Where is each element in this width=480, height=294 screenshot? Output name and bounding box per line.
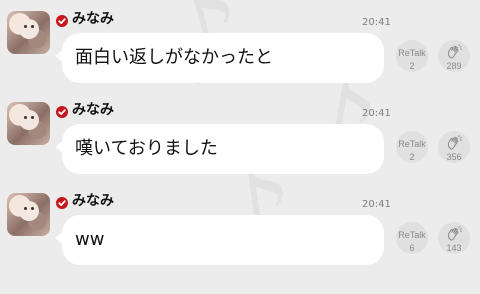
message-post: みなみ 20:41 面白い返しがなかったと ReTalk 2 289 (0, 0, 480, 90)
clap-count: 143 (446, 243, 462, 253)
avatar[interactable] (7, 102, 50, 145)
timestamp: 20:41 (362, 17, 391, 28)
bubble-tail (55, 49, 64, 63)
avatar-eye (24, 207, 27, 210)
retalk-label: ReTalk (398, 139, 426, 149)
avatar-eye (24, 25, 27, 28)
retalk-button[interactable]: ReTalk 2 (396, 40, 428, 72)
timestamp: 20:41 (362, 199, 391, 210)
retalk-count: 6 (409, 243, 415, 253)
clap-hands-icon (447, 135, 462, 150)
avatar-face (19, 110, 39, 130)
message-text: 嘆いておりました (75, 138, 218, 159)
avatar-eye (31, 25, 34, 28)
bubble-tail (55, 231, 64, 245)
clap-hands-icon (447, 44, 462, 59)
message-post: みなみ 20:41 嘆いておりました ReTalk 2 356 (0, 91, 480, 181)
message-text: 面白い返しがなかったと (75, 47, 273, 68)
message-bubble[interactable]: ww (55, 215, 384, 265)
username[interactable]: みなみ (72, 101, 114, 119)
message-post: みなみ 20:41 ww ReTalk 6 143 (0, 182, 480, 272)
retalk-label: ReTalk (398, 230, 426, 240)
retalk-count: 2 (409, 61, 415, 71)
bubble-tail (55, 140, 64, 154)
avatar-face (19, 19, 39, 39)
avatar[interactable] (7, 11, 50, 54)
retalk-count: 2 (409, 152, 415, 162)
clap-button[interactable]: 143 (438, 222, 470, 254)
check-badge-icon (56, 15, 68, 27)
retalk-label: ReTalk (398, 48, 426, 58)
message-bubble[interactable]: 面白い返しがなかったと (55, 33, 384, 83)
check-badge-icon (56, 197, 68, 209)
avatar-eye (31, 116, 34, 119)
message-bubble[interactable]: 嘆いておりました (55, 124, 384, 174)
avatar[interactable] (7, 193, 50, 236)
message-text: ww (75, 229, 105, 250)
clap-count: 356 (446, 152, 462, 162)
username[interactable]: みなみ (72, 10, 114, 28)
message-feed: みなみ 20:41 面白い返しがなかったと ReTalk 2 289 みなみ 2… (0, 0, 480, 274)
retalk-button[interactable]: ReTalk 6 (396, 222, 428, 254)
clap-button[interactable]: 356 (438, 131, 470, 163)
username[interactable]: みなみ (72, 192, 114, 210)
retalk-button[interactable]: ReTalk 2 (396, 131, 428, 163)
avatar-eye (24, 116, 27, 119)
timestamp: 20:41 (362, 108, 391, 119)
clap-hands-icon (447, 226, 462, 241)
check-badge-icon (56, 106, 68, 118)
clap-count: 289 (446, 61, 462, 71)
avatar-eye (31, 207, 34, 210)
avatar-face (19, 201, 39, 221)
clap-button[interactable]: 289 (438, 40, 470, 72)
